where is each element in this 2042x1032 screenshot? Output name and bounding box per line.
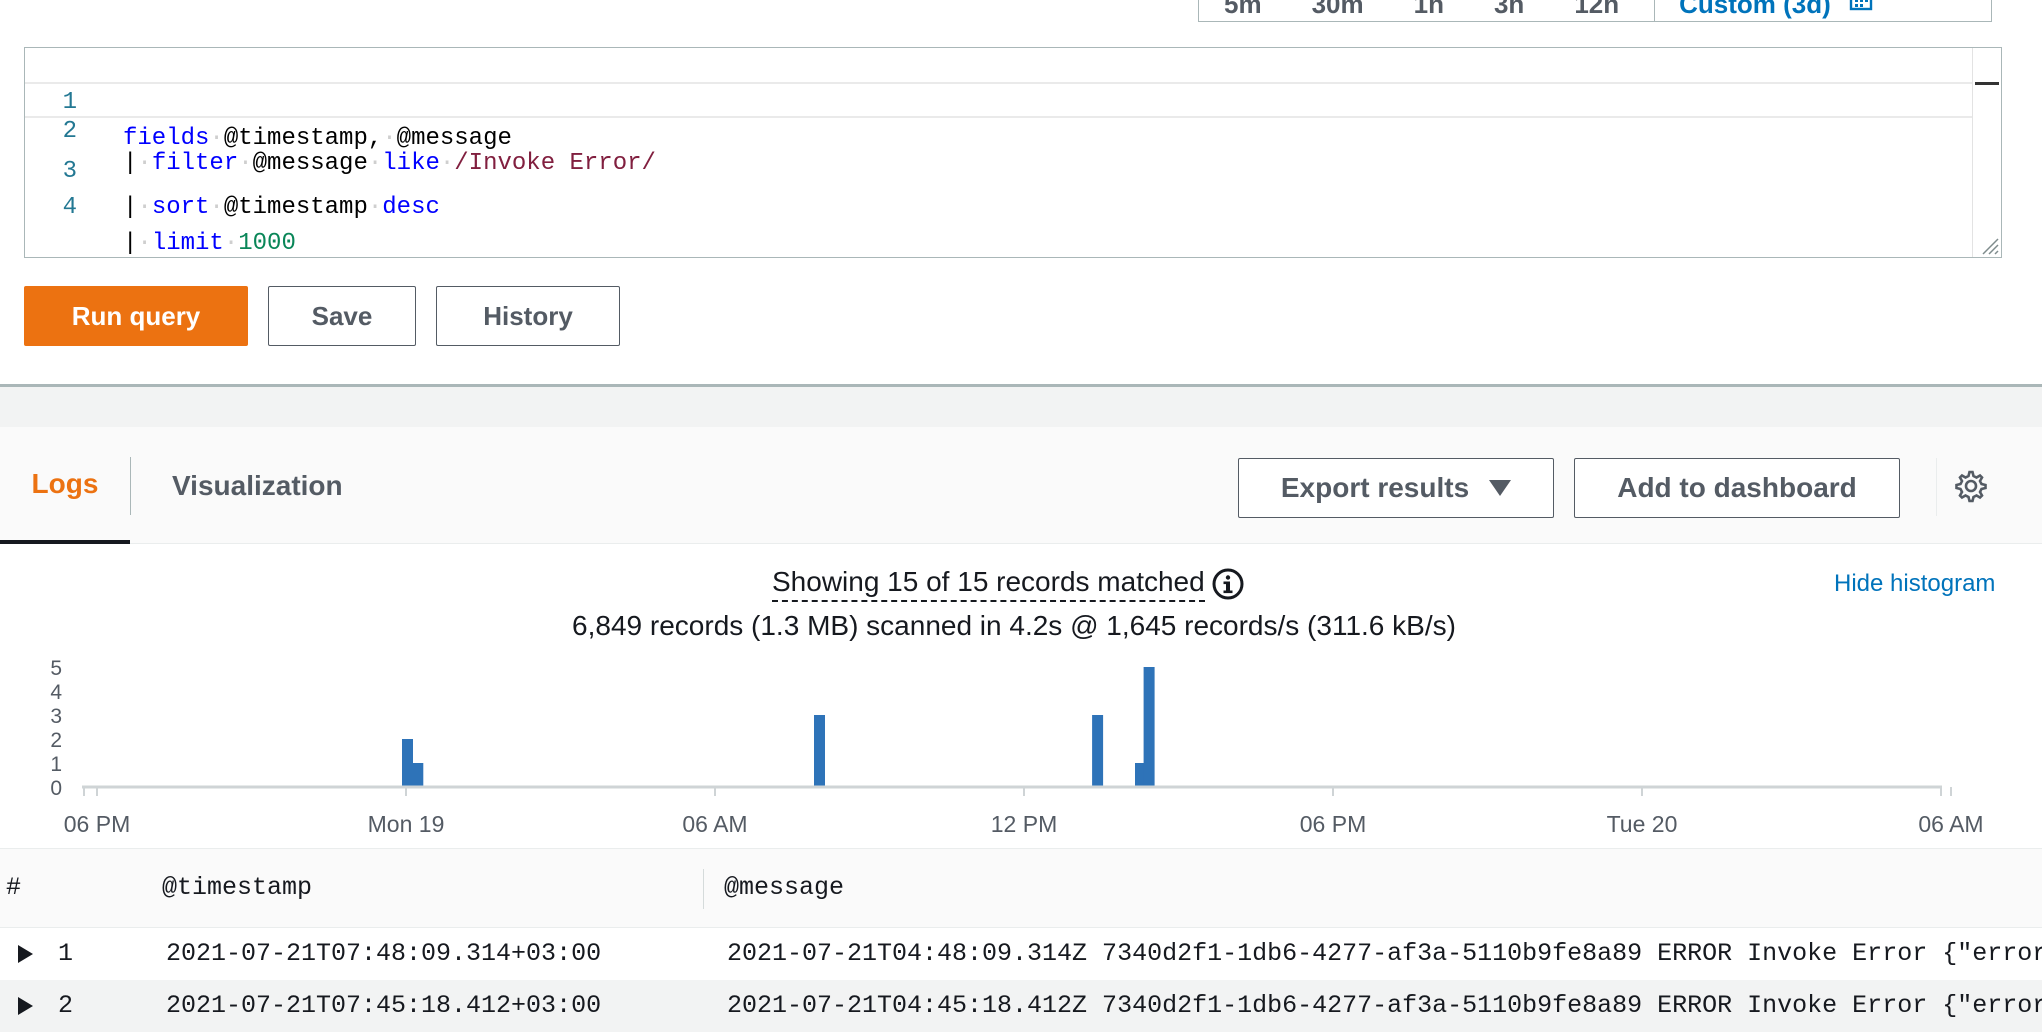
histogram-y-tick-label: 2 [50,729,62,752]
panel-spacer [0,387,2042,427]
expand-caret-icon[interactable] [18,945,33,963]
expand-caret-icon[interactable] [18,997,33,1015]
histogram-x-tick-label: Tue 20 [1607,811,1678,837]
time-range-custom-label: Custom (3d) [1679,0,1831,19]
records-matched-summary: Showing 15 of 15 records matched [772,566,1245,602]
histogram-x-tick-label: 06 PM [64,811,130,837]
histogram-bars [402,667,1155,787]
token-keyword: sort [151,194,210,221]
histogram-bar[interactable] [1143,667,1155,787]
tab-visualization[interactable]: Visualization [172,427,343,544]
editor-line-code: |·sort·@timestamp·desc [123,194,440,221]
records-matched-text[interactable]: Showing 15 of 15 records matched [772,566,1205,602]
time-range-5m[interactable]: 5m [1199,0,1287,20]
table-row[interactable]: 1 2021-07-21T07:48:09.314+03:00 2021-07-… [0,928,2042,980]
calendar-icon [1849,0,1872,10]
histogram-bar[interactable] [412,763,424,787]
table-row[interactable]: 2 2021-07-21T07:45:18.412+03:00 2021-07-… [0,980,2042,1032]
caret-down-icon [1489,480,1512,496]
export-results-label: Export results [1280,472,1470,503]
resize-grip-icon[interactable] [1979,235,1999,255]
histogram-bar[interactable] [1092,715,1104,787]
token-number: 1000 [238,230,296,257]
histogram-bar[interactable] [402,739,413,787]
results-table-header: # @timestamp @message [0,848,2042,928]
settings-divider [1936,458,1937,516]
history-button[interactable]: History [436,286,620,346]
export-results-button[interactable]: Export results [1238,458,1554,518]
time-range-1h[interactable]: 1h [1389,0,1469,20]
row-message: 2021-07-21T04:48:09.314Z 7340d2f1-1db6-4… [727,939,2042,968]
info-icon[interactable] [1211,567,1245,601]
histogram-x-tick-label: 12 PM [991,811,1057,837]
hide-histogram-link[interactable]: Hide histogram [1834,570,1995,598]
histogram-y-tick-label: 5 [50,657,62,680]
row-timestamp: 2021-07-21T07:45:18.412+03:00 [166,991,602,1020]
editor-line: 3 |·sort·@timestamp·desc [25,118,1973,221]
row-timestamp: 2021-07-21T07:48:09.314+03:00 [166,939,602,968]
column-header-message[interactable]: @message [724,849,844,927]
token-keyword: desc [382,194,440,221]
gear-icon[interactable] [1954,469,1988,503]
run-query-button[interactable]: Run query [24,286,248,346]
histogram-y-tick-label: 3 [50,705,62,728]
editor-line: 1 fields·@timestamp,·@message [25,49,1973,152]
row-index: 2 [58,991,74,1020]
token-field: @timestamp [223,194,368,221]
tab-divider [130,457,131,515]
query-editor[interactable]: 1 fields·@timestamp,·@message 2 |·filter… [24,47,2002,258]
histogram-bar[interactable] [814,715,825,787]
time-range-custom[interactable]: Custom (3d) [1655,0,1891,20]
column-resize-handle[interactable] [703,869,704,909]
tab-logs[interactable]: Logs [0,427,130,544]
histogram-chart: 012345 06 PM Mon 19 06 AM 12 PM 06 PM Tue 20 0… [50,657,1984,837]
histogram-y-tick-label: 1 [50,753,62,776]
token-pipe: | [123,194,138,221]
histogram-x-tick-label: 06 AM [1918,811,1983,837]
token-pipe: | [123,230,138,257]
add-to-dashboard-button[interactable]: Add to dashboard [1574,458,1900,518]
editor-line: 4 |·limit·1000 [25,154,1973,257]
histogram-y-tick-label: 0 [50,777,62,800]
histogram-x-tick-label: 06 AM [682,811,747,837]
column-header-timestamp[interactable]: @timestamp [162,849,312,927]
histogram-x-tick-label: 06 PM [1300,811,1366,837]
time-range-30m[interactable]: 30m [1287,0,1389,20]
row-index: 1 [58,939,74,968]
histogram-x-axis: 06 PMMon 1906 AM12 PM06 PMTue 2006 AM12 … [64,787,1984,837]
editor-scroll-marker [1975,82,1999,85]
results-tabs-bar: Logs Visualization Export results Add to… [0,427,2042,544]
token-keyword: limit [151,230,224,257]
row-message: 2021-07-21T04:45:18.412Z 7340d2f1-1db6-4… [727,991,2042,1020]
time-range-3h[interactable]: 3h [1469,0,1549,20]
histogram-y-axis: 012345 [50,657,62,800]
editor-line-active: 2 |·filter·@message·like·/Invoke Error/ [25,82,1973,177]
time-range-selector: 5m 30m 1h 3h 12h Custom (3d) [1198,0,1992,22]
save-button[interactable]: Save [268,286,416,346]
editor-scrollbar[interactable] [1972,48,2001,257]
editor-line-code: |·limit·1000 [123,230,296,257]
column-header-index: # [6,873,22,902]
scan-stats: 6,849 records (1.3 MB) scanned in 4.2s @… [572,610,1456,641]
histogram-y-tick-label: 4 [50,681,62,704]
line-number: 4 [62,194,77,221]
time-range-12h[interactable]: 12h [1549,0,1644,20]
histogram-x-tick-label: Mon 19 [368,811,445,837]
